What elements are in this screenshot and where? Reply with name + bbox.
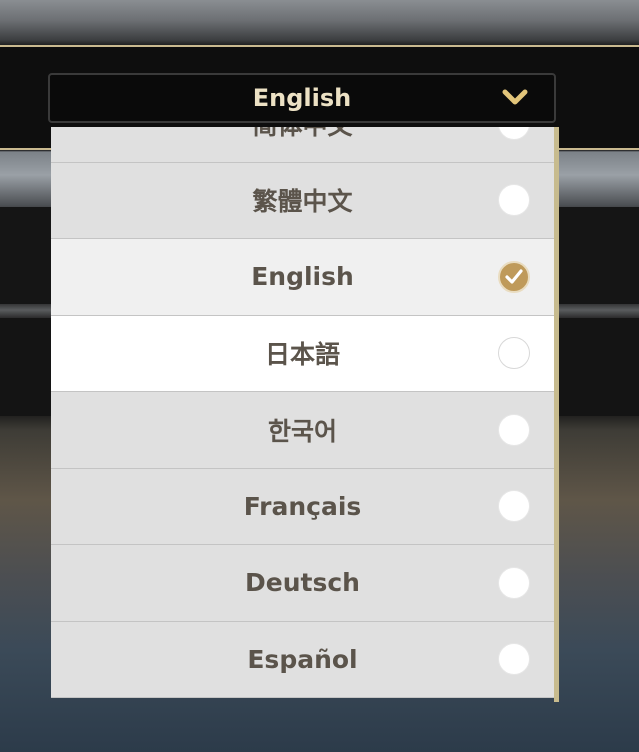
option-label: 한국어 (267, 416, 337, 446)
radio-icon[interactable] (498, 184, 530, 217)
option-label: Deutsch (245, 568, 360, 598)
radio-icon[interactable] (498, 490, 530, 523)
option-label: 简体中文 (252, 127, 352, 142)
language-dropdown[interactable]: English (48, 73, 556, 123)
language-options-list[interactable]: 简体中文 繁體中文 English 日本語 한국어 Français (51, 127, 559, 702)
language-option-traditional-chinese[interactable]: 繁體中文 (51, 162, 554, 239)
radio-icon[interactable] (498, 413, 530, 446)
radio-icon[interactable] (498, 566, 530, 599)
language-option-english[interactable]: English (51, 239, 554, 316)
radio-icon[interactable] (498, 337, 530, 370)
option-label: Español (247, 644, 358, 674)
checkmark-icon[interactable] (498, 260, 530, 293)
language-option-korean[interactable]: 한국어 (51, 392, 554, 469)
language-option-french[interactable]: Français (51, 468, 554, 545)
option-label: Français (243, 491, 362, 521)
language-option-japanese[interactable]: 日本語 (51, 315, 554, 392)
option-label: 繁體中文 (252, 187, 353, 217)
language-option-spanish[interactable]: Español (51, 621, 554, 698)
language-option-german[interactable]: Deutsch (51, 545, 554, 622)
radio-icon[interactable] (498, 643, 530, 676)
option-label: English (251, 262, 354, 292)
option-label: 日本語 (264, 340, 340, 370)
dropdown-selected-label: English (252, 84, 352, 112)
chevron-down-icon (502, 87, 528, 109)
language-option-simplified-chinese[interactable]: 简体中文 (51, 127, 554, 163)
radio-icon[interactable] (498, 127, 530, 140)
